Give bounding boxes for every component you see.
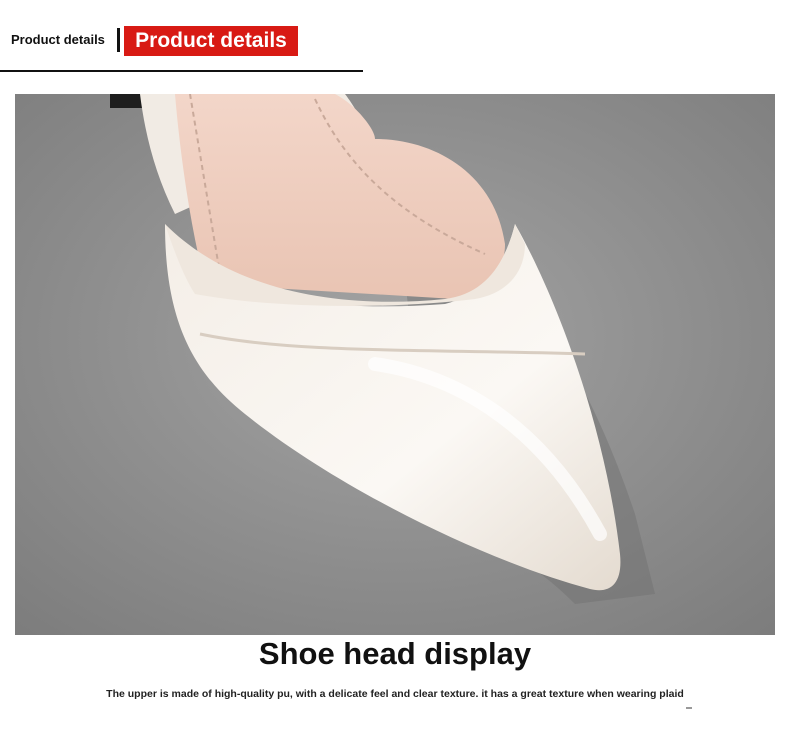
separator-bar [117, 28, 120, 52]
headline: Shoe head display [258, 636, 532, 671]
header: Product details Product details [0, 0, 790, 74]
section-label: Product details [11, 32, 105, 47]
header-underline [0, 70, 363, 72]
section-title-badge: Product details [124, 26, 298, 56]
shoe-illustration [15, 94, 775, 635]
description: The upper is made of high-quality pu, wi… [106, 688, 684, 700]
decorative-dot [686, 707, 692, 709]
product-photo [15, 94, 775, 635]
